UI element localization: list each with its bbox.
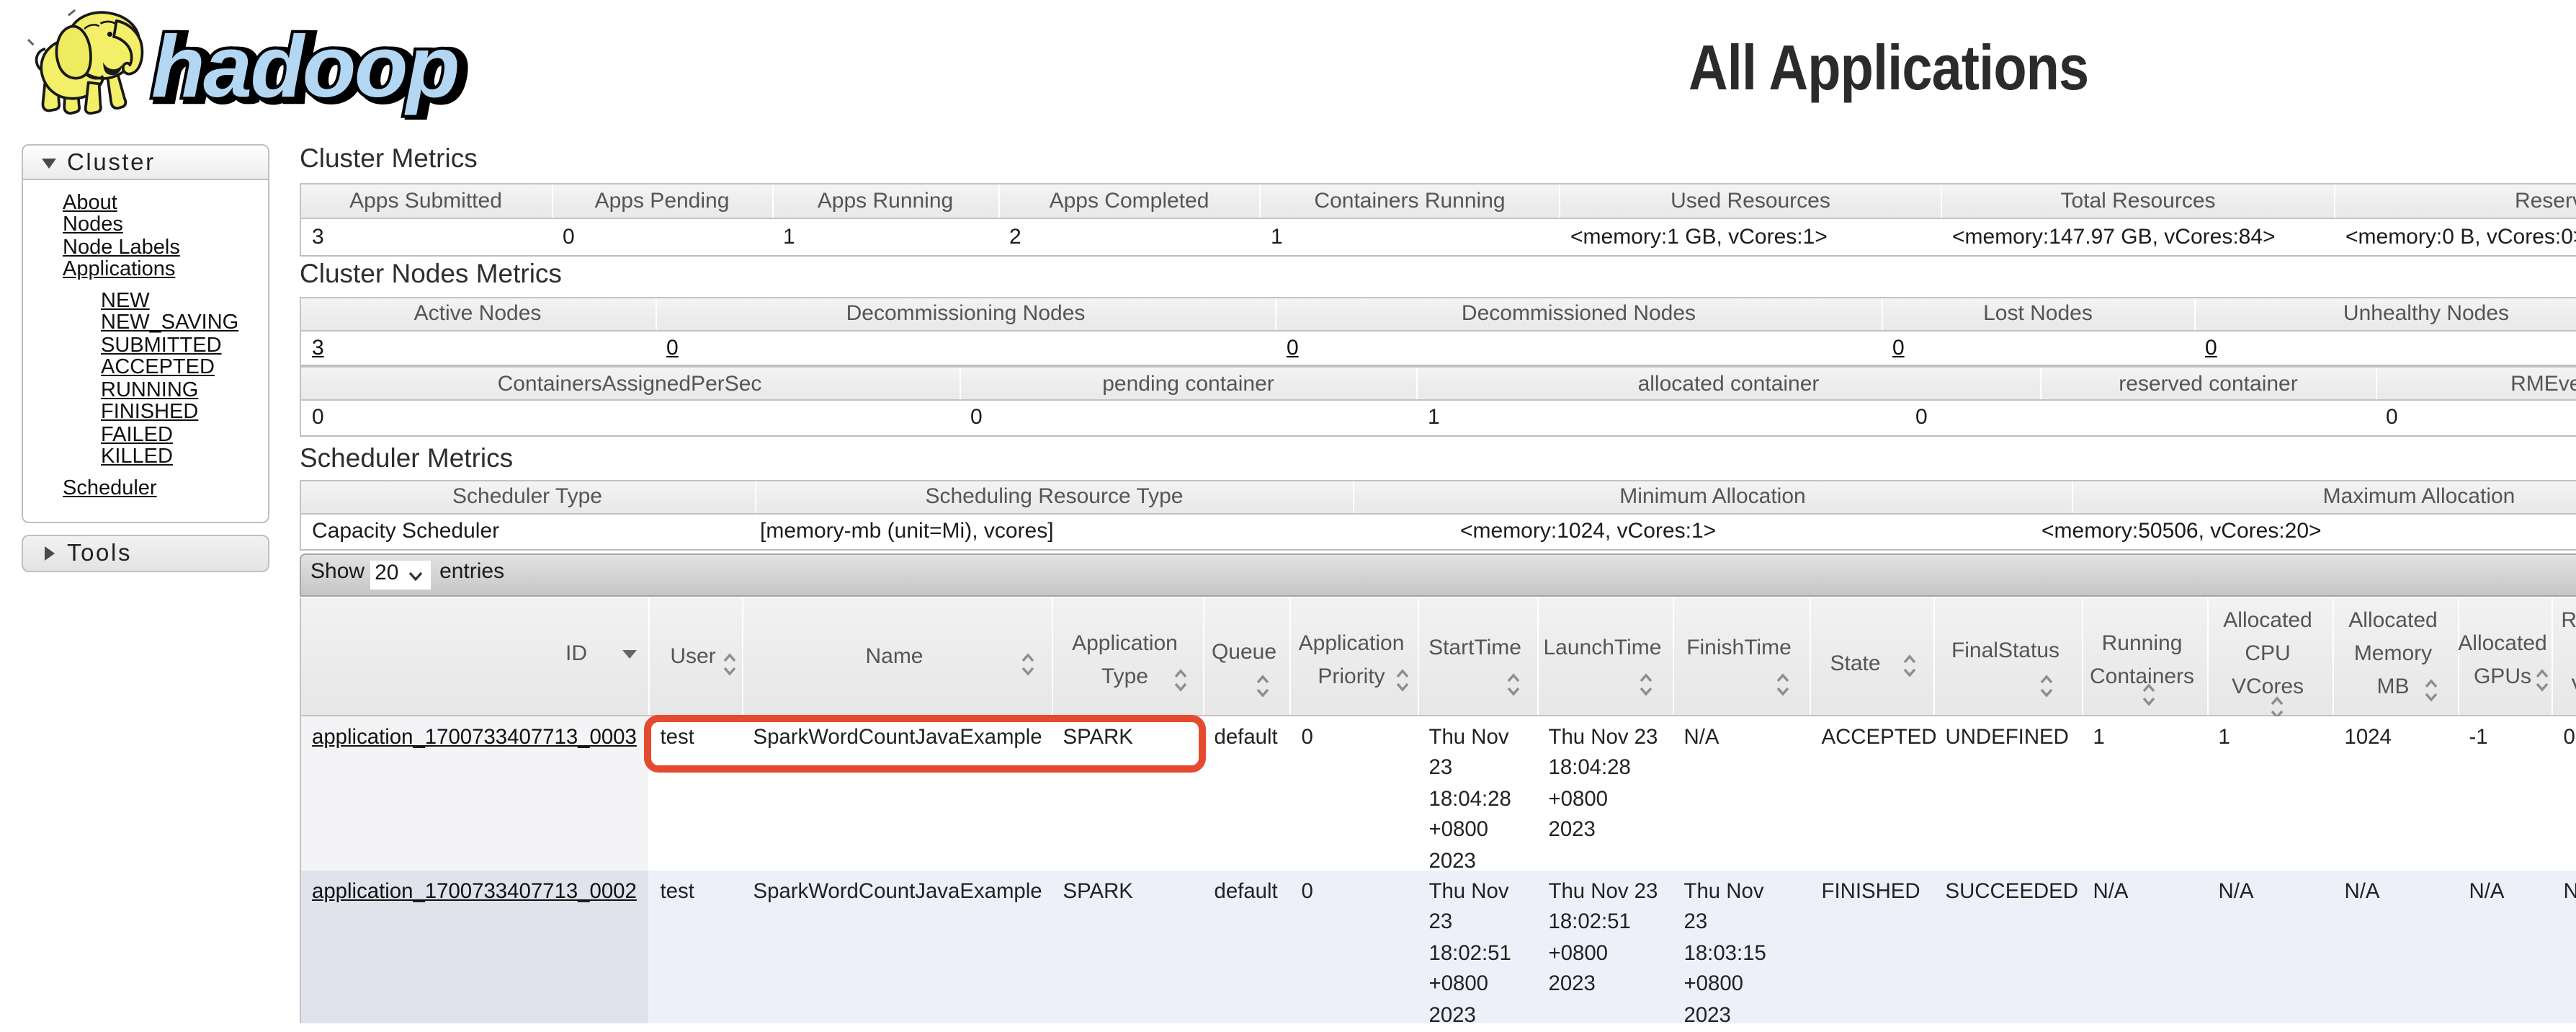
svg-text:hadoop: hadoop — [151, 17, 458, 115]
